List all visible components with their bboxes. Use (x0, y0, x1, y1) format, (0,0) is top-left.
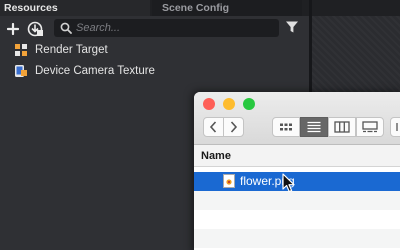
group-button[interactable] (390, 117, 400, 137)
icon-view-button[interactable] (272, 117, 300, 137)
resource-label: Device Camera Texture (35, 65, 155, 77)
name-column-header[interactable]: Name (194, 145, 400, 167)
device-camera-texture-icon (15, 65, 27, 77)
column-view-button[interactable] (328, 117, 356, 137)
image-file-icon (223, 174, 235, 188)
filter-icon (286, 21, 298, 33)
plus-icon (7, 23, 19, 35)
import-icon (27, 21, 43, 37)
search-box (54, 19, 279, 37)
search-icon (60, 22, 72, 34)
resource-label: Render Target (35, 44, 108, 56)
minimize-window-button[interactable] (223, 98, 235, 110)
resource-item-render-target[interactable]: Render Target (14, 41, 108, 59)
empty-row (194, 229, 400, 248)
gallery-view-button[interactable] (356, 117, 384, 137)
chevron-right-icon (230, 121, 238, 133)
column-view-icon (334, 121, 350, 133)
gallery-view-icon (362, 121, 378, 133)
flower-thumbnail-icon (226, 179, 232, 185)
close-window-button[interactable] (203, 98, 215, 110)
tab-scene-config[interactable]: Scene Config (152, 0, 302, 16)
import-resource-button[interactable] (26, 20, 44, 38)
icon-view-icon (280, 123, 292, 131)
empty-row (194, 210, 400, 229)
add-resource-button[interactable] (4, 20, 22, 38)
file-row-selected[interactable]: flower.png (194, 172, 400, 191)
zoom-window-button[interactable] (243, 98, 255, 110)
chevron-left-icon (209, 121, 217, 133)
search-input[interactable] (76, 19, 271, 37)
forward-button[interactable] (223, 117, 244, 137)
finder-window: Name flower.png (194, 92, 400, 250)
back-button[interactable] (203, 117, 224, 137)
group-icon (396, 123, 398, 131)
filter-button[interactable] (285, 20, 301, 36)
tab-resources[interactable]: Resources (0, 0, 150, 16)
resource-item-device-camera-texture[interactable]: Device Camera Texture (14, 62, 155, 80)
empty-row (194, 191, 400, 210)
mouse-cursor-icon (282, 173, 295, 193)
list-view-icon (307, 121, 321, 133)
list-view-button[interactable] (300, 117, 328, 137)
render-target-icon (15, 44, 27, 56)
